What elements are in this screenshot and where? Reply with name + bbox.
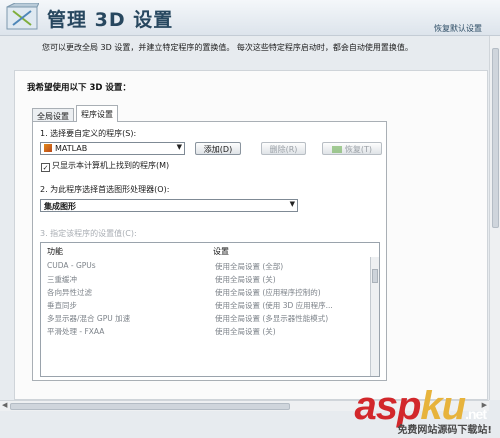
checkbox-checked-icon[interactable]: ✓	[41, 163, 50, 172]
grid-scrollbar-thumb[interactable]	[372, 269, 378, 283]
column-header-setting[interactable]: 设置	[213, 246, 229, 257]
program-select[interactable]: MATLAB ▼	[40, 142, 185, 155]
setting-cell: 使用全局设置 (关)	[215, 327, 276, 336]
feature-cell: CUDA - GPUs	[47, 261, 96, 270]
page-header: 管理 3D 设置 恢复默认设置	[0, 0, 500, 36]
matlab-icon	[44, 144, 52, 152]
program-settings-pane: 1. 选择要自定义的程序(S): MATLAB ▼ 添加(D) 删除(R) 恢复…	[32, 121, 387, 381]
only-show-local-programs[interactable]: ✓ 只显示本计算机上找到的程序(M)	[41, 160, 169, 172]
step2-label: 2. 为此程序选择首选图形处理器(O):	[40, 185, 170, 194]
restore-defaults-link[interactable]: 恢复默认设置	[434, 23, 482, 34]
page-title: 管理 3D 设置	[47, 9, 174, 31]
table-row[interactable]: 各向异性过滤 使用全局设置 (应用程序控制的)	[41, 287, 371, 299]
setting-cell: 使用全局设置 (关)	[215, 275, 276, 284]
step1-label: 1. 选择要自定义的程序(S):	[40, 129, 137, 138]
setting-cell: 使用全局设置 (全部)	[215, 262, 284, 271]
feature-cell: 多显示器/混合 GPU 加速	[47, 314, 131, 323]
feature-cell: 垂直同步	[47, 301, 77, 310]
watermark-net: .net	[465, 406, 487, 422]
watermark-subtitle: 免费网站源码下载站!	[397, 425, 492, 436]
page-vertical-scrollbar[interactable]	[489, 36, 500, 400]
3d-settings-icon	[6, 3, 39, 30]
scroll-left-icon[interactable]: ◀	[2, 401, 7, 409]
settings-panel: 我希望使用以下 3D 设置： 全局设置 程序设置 1. 选择要自定义的程序(S)…	[14, 70, 488, 400]
program-select-value: MATLAB	[55, 144, 88, 153]
setting-cell: 使用全局设置 (应用程序控制的)	[215, 288, 321, 297]
settings-question: 我希望使用以下 3D 设置：	[27, 83, 131, 93]
gpu-select-value: 集成图形	[44, 202, 76, 211]
revert-button[interactable]: 恢复(T)	[322, 142, 382, 155]
table-row[interactable]: 三重缓冲 使用全局设置 (关)	[41, 274, 371, 286]
table-row[interactable]: 多显示器/混合 GPU 加速 使用全局设置 (多显示器性能模式)	[41, 313, 371, 325]
gpu-select[interactable]: 集成图形 ▼	[40, 199, 298, 212]
feature-cell: 各向异性过滤	[47, 288, 92, 297]
page-description: 您可以更改全局 3D 设置，并建立特定程序的置换值。 每次这些特定程序启动时，都…	[42, 43, 413, 52]
page-horizontal-scrollbar-thumb[interactable]	[10, 403, 290, 410]
table-row[interactable]: 平滑处理 - FXAA 使用全局设置 (关)	[41, 326, 371, 338]
chevron-down-icon: ▼	[176, 143, 182, 151]
grid-scrollbar[interactable]	[370, 257, 379, 376]
program-settings-grid: 功能 设置 CUDA - GPUs 使用全局设置 (全部) 三重缓冲 使用全局设…	[40, 242, 380, 377]
tab-program-settings[interactable]: 程序设置	[76, 105, 118, 122]
feature-cell: 三重缓冲	[47, 275, 77, 284]
setting-cell: 使用全局设置 (多显示器性能模式)	[215, 314, 329, 323]
setting-cell: 使用全局设置 (使用 3D 应用程序...	[215, 301, 333, 310]
tab-global-settings[interactable]: 全局设置	[32, 108, 74, 122]
revert-button-label: 恢复(T)	[344, 145, 373, 154]
chevron-down-icon: ▼	[289, 200, 295, 208]
nvidia-icon	[331, 146, 342, 153]
step3-label: 3. 指定该程序的设置值(C):	[40, 229, 137, 238]
table-row[interactable]: 垂直同步 使用全局设置 (使用 3D 应用程序...	[41, 300, 371, 312]
column-header-feature[interactable]: 功能	[47, 246, 63, 257]
only-show-label: 只显示本计算机上找到的程序(M)	[52, 161, 170, 170]
delete-program-button[interactable]: 删除(R)	[261, 142, 306, 155]
page-vertical-scrollbar-thumb[interactable]	[492, 48, 499, 228]
feature-cell: 平滑处理 - FXAA	[47, 327, 105, 336]
add-program-button[interactable]: 添加(D)	[195, 142, 241, 155]
table-row[interactable]: CUDA - GPUs 使用全局设置 (全部)	[41, 261, 371, 273]
